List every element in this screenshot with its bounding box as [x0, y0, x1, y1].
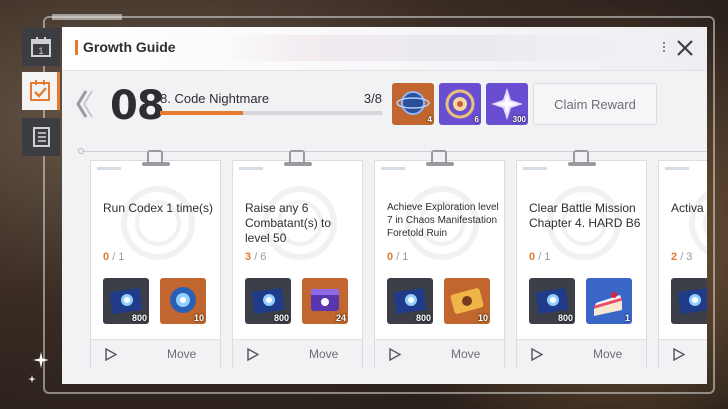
quest-title: Run Codex 1 time(s) [103, 201, 214, 215]
more-dots-icon [663, 40, 666, 56]
quest-progress-current: 0 [387, 251, 394, 263]
quest-card: Run Codex 1 time(s) 0 / 1 800 10 Move [90, 150, 221, 368]
quest-progress: 3 / 6 [245, 251, 266, 263]
reward-qty: 10 [193, 313, 204, 323]
quest-card: Achieve Exploration level 7 in Chaos Man… [374, 150, 505, 368]
frame-decoration [52, 14, 122, 20]
panel-header: Growth Guide [62, 27, 707, 71]
card-footer: Move [517, 339, 646, 368]
reward-item[interactable]: 10 [160, 278, 206, 324]
reward-item[interactable]: 6 [439, 83, 481, 125]
quest-title: Clear Battle Mission Chapter 4. HARD B6 [529, 201, 641, 230]
checklist-icon [29, 80, 50, 101]
quest-title: Activa poten of 3 c [671, 201, 707, 215]
divider [80, 151, 707, 152]
quest-card: Clear Battle Mission Chapter 4. HARD B6 … [516, 150, 647, 368]
tab-calendar[interactable]: 1 [22, 28, 60, 66]
card-footer: Move [91, 339, 220, 368]
calendar-day-label: 1 [38, 46, 43, 56]
move-button[interactable]: Move [593, 347, 622, 361]
tab-notebook[interactable] [22, 118, 60, 156]
reward-qty: 6 [474, 115, 479, 124]
sparkle-icon [33, 352, 49, 368]
reward-item[interactable]: 800 [387, 278, 433, 324]
reward-item[interactable]: 800 [245, 278, 291, 324]
play-icon[interactable] [389, 348, 401, 361]
quest-progress-current: 0 [103, 251, 110, 263]
quest-progress-total: / 1 [538, 251, 551, 263]
quest-progress-total: / 3 [680, 251, 693, 263]
reward-item[interactable]: 800 [529, 278, 575, 324]
reward-item[interactable]: 800 [103, 278, 149, 324]
reward-qty: 800 [131, 313, 147, 323]
reward-qty: 1 [624, 313, 630, 323]
quest-progress: 0 / 1 [529, 251, 550, 263]
reward-qty: 300 [512, 115, 526, 124]
blue-tome-icon [671, 278, 707, 324]
growth-guide-panel: Growth Guide 08 8. Code Nightmare 3/8 4 [62, 27, 707, 384]
quest-title: Achieve Exploration level 7 in Chaos Man… [387, 202, 499, 239]
page-title: Growth Guide [83, 39, 176, 55]
quest-count: 3/8 [363, 91, 382, 106]
quest-card: Raise any 6 Combatant(s) to level 50 3 /… [232, 150, 363, 368]
quest-progress-current: 3 [245, 251, 252, 263]
quest-progress: 2 / 3 [671, 251, 692, 263]
card-footer: Move [375, 339, 504, 368]
close-icon[interactable] [674, 37, 696, 59]
move-button[interactable]: Move [167, 347, 196, 361]
play-icon[interactable] [531, 348, 543, 361]
progress-bar [160, 111, 382, 115]
move-button[interactable]: Move [309, 347, 338, 361]
reward-qty: 24 [335, 313, 346, 323]
move-button[interactable]: Move [451, 347, 480, 361]
reward-qty: 800 [273, 313, 289, 323]
chapter-number: 08 [110, 83, 165, 129]
progress-bar-fill [160, 111, 244, 115]
play-icon[interactable] [247, 348, 259, 361]
claim-reward-button[interactable]: Claim Reward [533, 83, 657, 125]
reward-qty: 10 [477, 313, 488, 323]
quest-progress-current: 2 [671, 251, 678, 263]
previous-chapter-chevron-icon[interactable] [74, 88, 94, 120]
reward-qty: 4 [427, 115, 432, 124]
quest-name: 8. Code Nightmare [160, 91, 270, 106]
reward-item[interactable]: 1 [586, 278, 632, 324]
reward-item[interactable]: 4 [392, 83, 434, 125]
play-icon[interactable] [673, 348, 685, 361]
reward-item[interactable] [671, 278, 707, 324]
quest-progress-total: / 1 [112, 251, 125, 263]
notebook-icon [33, 127, 50, 147]
reward-item[interactable]: 24 [302, 278, 348, 324]
reward-qty: 800 [415, 313, 431, 323]
play-icon[interactable] [105, 348, 117, 361]
card-footer [659, 339, 707, 368]
quest-card: Activa poten of 3 c 2 / 3 [658, 160, 707, 368]
quest-title: Raise any 6 Combatant(s) to level 50 [245, 201, 332, 245]
reward-item[interactable]: 300 [486, 83, 528, 125]
quest-progress-total: / 1 [396, 251, 409, 263]
quest-progress: 0 / 1 [387, 251, 408, 263]
tab-checklist[interactable] [22, 72, 60, 110]
calendar-icon: 1 [31, 37, 51, 57]
reward-qty: 800 [557, 313, 573, 323]
quest-progress-total: / 6 [254, 251, 267, 263]
sparkle-icon [28, 375, 36, 383]
card-footer: Move [233, 339, 362, 368]
quest-progress-current: 0 [529, 251, 536, 263]
reward-item[interactable]: 10 [444, 278, 490, 324]
quest-progress: 0 / 1 [103, 251, 124, 263]
